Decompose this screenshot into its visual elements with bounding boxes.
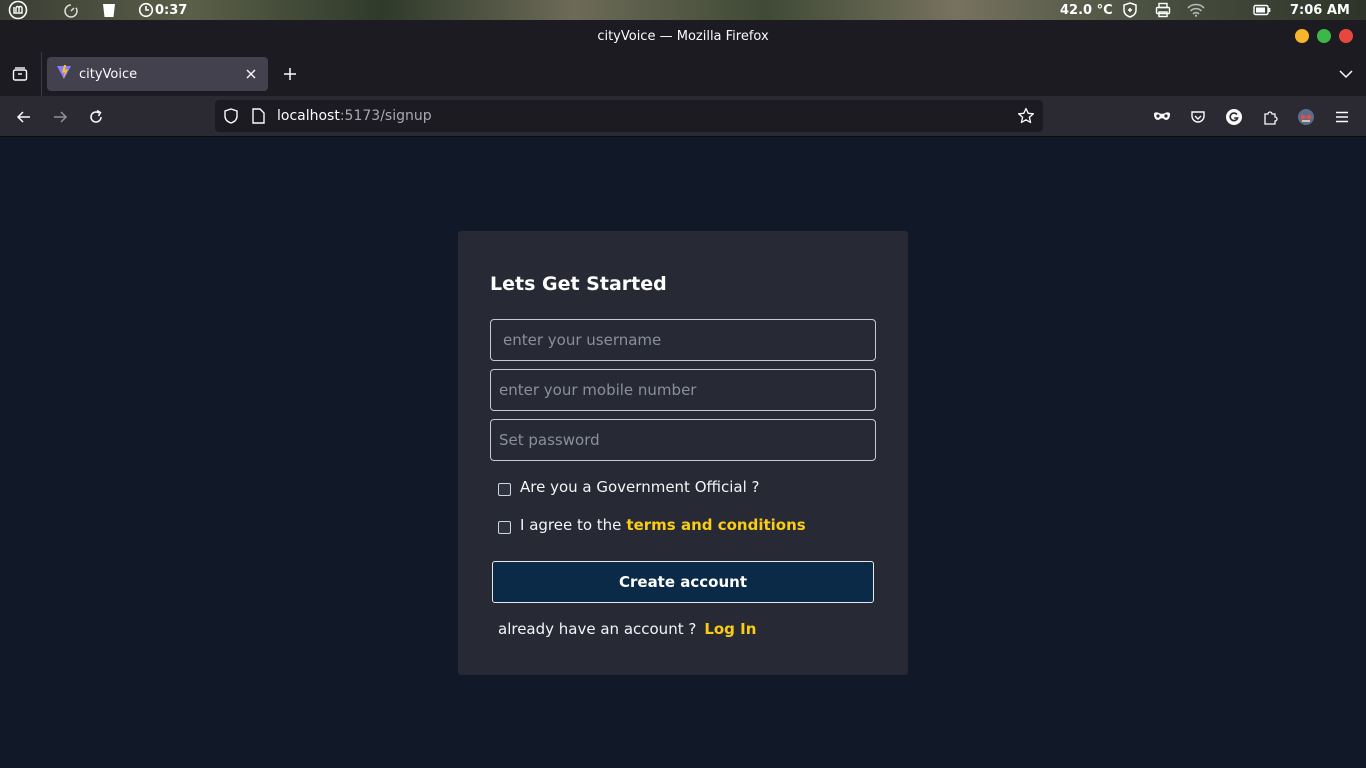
firefox-view-icon (12, 67, 28, 81)
app-menu-button[interactable] (1328, 103, 1356, 131)
pocket-button[interactable] (1184, 103, 1212, 131)
grammarly-extension-button[interactable] (1220, 103, 1248, 131)
close-window-button[interactable] (1339, 29, 1353, 43)
private-mask-button[interactable] (1148, 103, 1176, 131)
clock-readout[interactable]: 7:06 AM (1290, 0, 1350, 20)
terms-row: I agree to the terms and conditions (498, 516, 806, 534)
extensions-button[interactable] (1256, 103, 1284, 131)
login-link[interactable]: Log In (704, 620, 756, 638)
plus-icon (284, 68, 296, 80)
mint-menu-icon[interactable] (8, 0, 28, 20)
new-tab-button[interactable] (276, 60, 304, 88)
forward-arrow-icon (54, 111, 68, 123)
maximize-button[interactable] (1317, 29, 1331, 43)
tracking-shield-icon[interactable] (223, 108, 239, 124)
login-prompt: already have an account ? Log In (498, 620, 756, 638)
signup-card: Lets Get Started Are you a Government Of… (458, 231, 908, 675)
mask-icon (1154, 112, 1170, 120)
reload-icon (90, 109, 102, 123)
wifi-icon[interactable] (1187, 0, 1205, 20)
avatar-icon (1298, 109, 1314, 125)
url-host: localhost (277, 108, 340, 124)
stopwatch-icon (138, 2, 154, 18)
back-arrow-icon (16, 111, 30, 123)
terms-link[interactable]: terms and conditions (626, 516, 805, 534)
navigation-toolbar: localhost:5173/signup (0, 96, 1366, 137)
list-all-tabs-button[interactable] (1332, 60, 1360, 88)
window-titlebar: cityVoice — Mozilla Firefox (0, 20, 1366, 52)
signup-title: Lets Get Started (490, 273, 667, 295)
account-avatar-button[interactable] (1292, 103, 1320, 131)
chevron-down-icon (1339, 70, 1353, 79)
tab-strip: cityVoice (0, 52, 1366, 96)
firefox-view-button[interactable] (6, 60, 34, 88)
terms-prefix-label: I agree to the (520, 516, 622, 534)
pocket-icon (1191, 111, 1205, 123)
page-viewport: Lets Get Started Are you a Government Of… (0, 137, 1366, 768)
trash-icon[interactable] (102, 0, 116, 20)
terms-checkbox[interactable] (498, 520, 511, 534)
close-tab-icon[interactable] (243, 66, 259, 86)
grammarly-icon (1226, 109, 1242, 125)
minimize-button[interactable] (1295, 29, 1309, 43)
gov-official-checkbox[interactable] (498, 482, 511, 496)
gov-official-row: Are you a Government Official ? (498, 478, 760, 496)
temperature-readout: 42.0 °C (1060, 2, 1113, 18)
username-input[interactable] (490, 319, 876, 361)
reload-button[interactable] (82, 103, 110, 131)
battery-icon[interactable] (1253, 0, 1271, 20)
vite-favicon-icon (56, 64, 72, 84)
password-input[interactable] (490, 419, 876, 461)
url-bar[interactable]: localhost:5173/signup (215, 100, 1043, 132)
os-top-panel: 0:37 42.0 °C 7:06 AM (0, 0, 1366, 20)
have-account-text: already have an account ? (498, 620, 697, 638)
tab-divider (41, 52, 42, 96)
url-path: :5173/signup (339, 108, 432, 124)
forward-button[interactable] (46, 103, 74, 131)
page-info-icon[interactable] (251, 108, 265, 124)
mobile-number-input[interactable] (490, 369, 876, 411)
tab-label: cityVoice (79, 66, 138, 82)
hamburger-menu-icon (1336, 111, 1348, 123)
url-text: localhost:5173/signup (277, 108, 432, 124)
shield-icon[interactable] (1122, 0, 1138, 20)
stopwatch-timer[interactable]: 0:37 (138, 0, 187, 20)
window-title: cityVoice — Mozilla Firefox (597, 28, 769, 44)
printer-icon[interactable] (1155, 0, 1171, 20)
bookmark-star-icon[interactable] (1017, 107, 1035, 125)
timer-icon[interactable] (62, 0, 80, 20)
timer-readout: 0:37 (155, 2, 188, 18)
back-button[interactable] (10, 103, 38, 131)
puzzle-piece-icon (1264, 111, 1278, 125)
gov-official-label: Are you a Government Official ? (520, 478, 760, 496)
create-account-button[interactable]: Create account (492, 561, 874, 603)
tab-cityvoice[interactable]: cityVoice (47, 57, 268, 91)
